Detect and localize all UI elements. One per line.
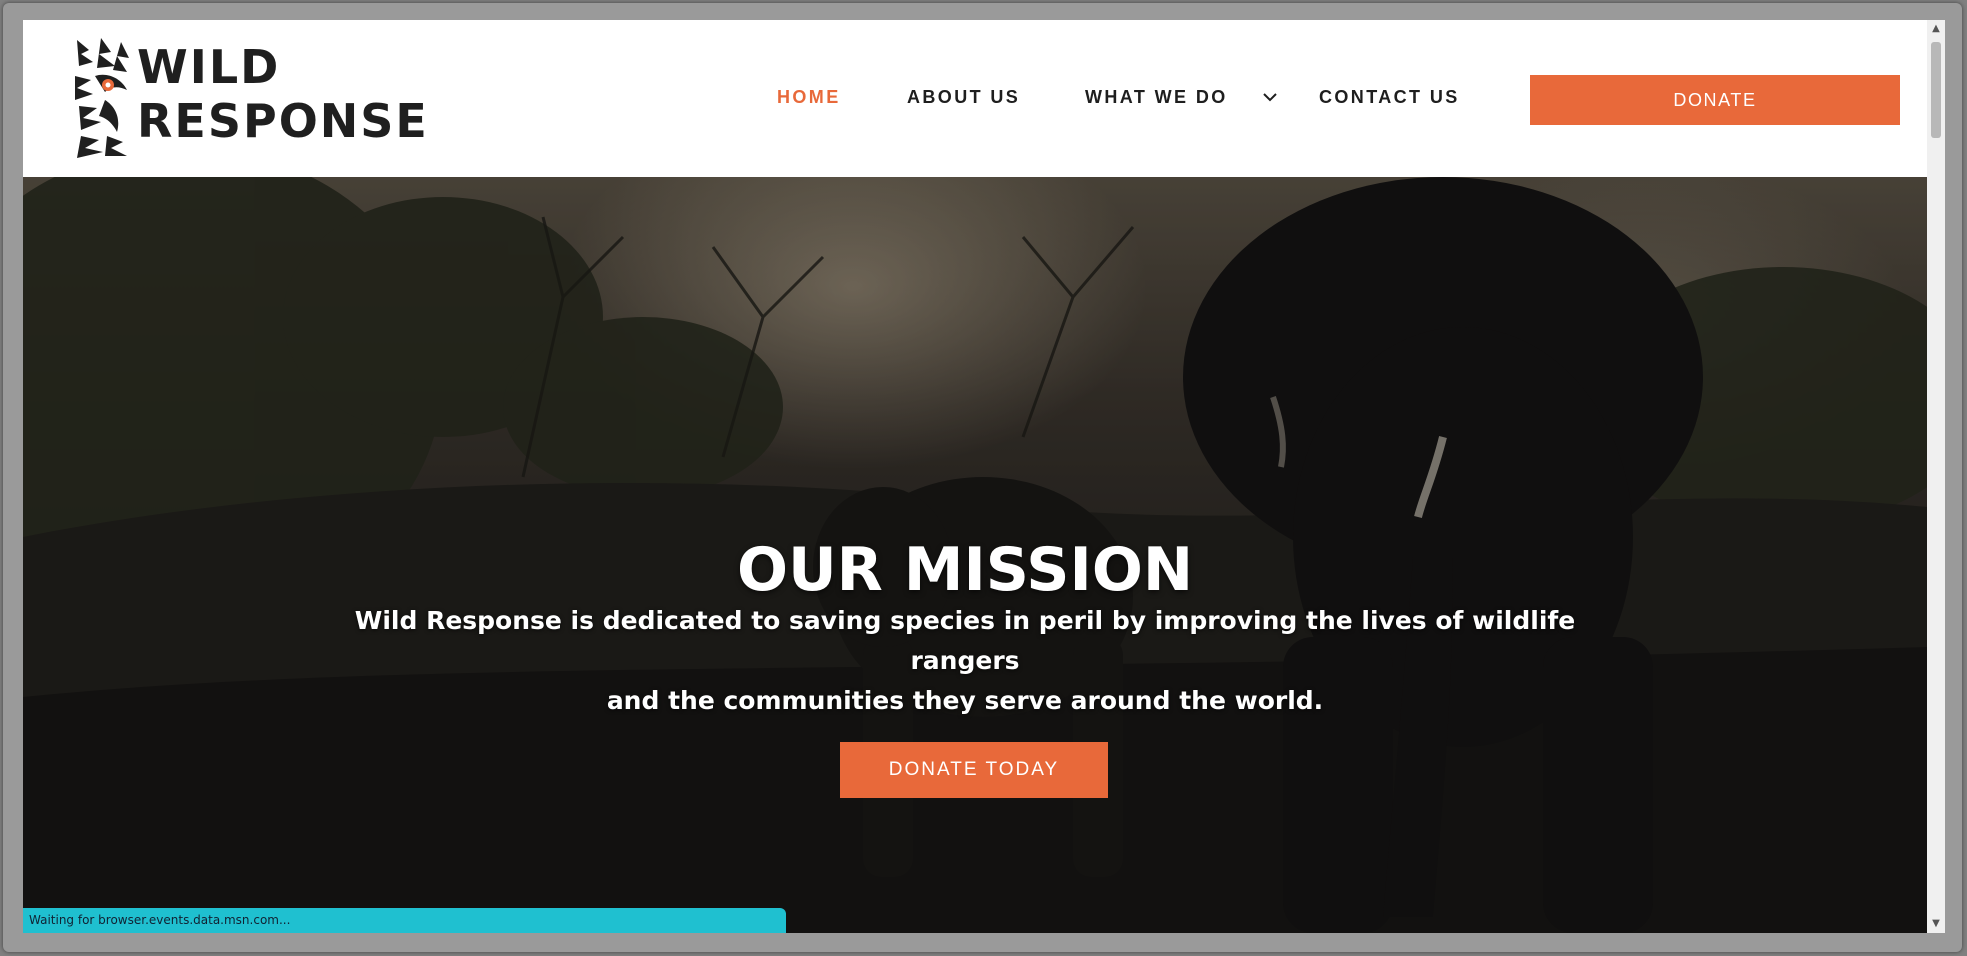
nav-home[interactable]: HOME bbox=[777, 87, 841, 108]
logo-line-1: WILD bbox=[137, 40, 281, 94]
logo-line-2: RESPONSE bbox=[137, 94, 429, 148]
donate-button[interactable]: DONATE bbox=[1530, 75, 1900, 125]
chevron-down-icon[interactable] bbox=[1261, 88, 1279, 106]
scroll-thumb[interactable] bbox=[1931, 42, 1941, 138]
hero-title: OUR MISSION bbox=[736, 535, 1194, 606]
page-viewport: WILD RESPONSE HOME ABOUT US WHAT WE DO C… bbox=[23, 20, 1927, 933]
nav-what-we-do[interactable]: WHAT WE DO bbox=[1085, 87, 1228, 108]
nav-about-us[interactable]: ABOUT US bbox=[907, 87, 1020, 108]
logo-mark-icon bbox=[75, 38, 129, 158]
hero-description: Wild Response is dedicated to saving spe… bbox=[323, 601, 1607, 721]
site-header: WILD RESPONSE HOME ABOUT US WHAT WE DO C… bbox=[23, 20, 1927, 177]
hero-description-line-1: Wild Response is dedicated to saving spe… bbox=[354, 606, 1576, 675]
hero-section: OUR MISSION Wild Response is dedicated t… bbox=[23, 177, 1927, 933]
logo-wordmark: WILD RESPONSE bbox=[137, 40, 429, 148]
vertical-scrollbar[interactable]: ▲ ▼ bbox=[1927, 20, 1945, 933]
donate-today-button[interactable]: DONATE TODAY bbox=[840, 742, 1108, 798]
scroll-down-icon[interactable]: ▼ bbox=[1927, 915, 1945, 933]
browser-status-bar: Waiting for browser.events.data.msn.com.… bbox=[23, 908, 786, 933]
site-logo[interactable]: WILD RESPONSE bbox=[71, 36, 427, 160]
scroll-up-icon[interactable]: ▲ bbox=[1927, 20, 1945, 38]
hero-description-line-2: and the communities they serve around th… bbox=[606, 686, 1324, 715]
nav-contact-us[interactable]: CONTACT US bbox=[1319, 87, 1460, 108]
